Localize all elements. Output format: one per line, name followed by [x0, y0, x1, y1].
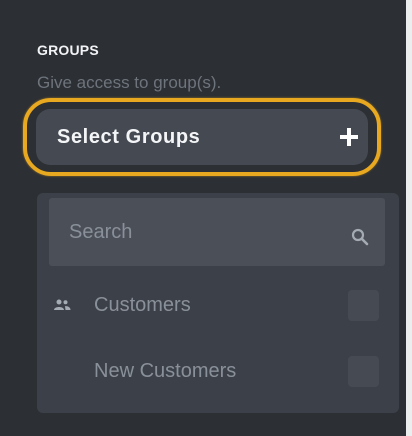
groups-heading: GROUPS — [37, 42, 99, 58]
search-input[interactable]: Search — [49, 198, 385, 266]
select-groups-label: Select Groups — [57, 126, 201, 148]
group-label: New Customers — [94, 360, 237, 382]
select-groups-highlight: Select Groups — [23, 98, 381, 176]
search-placeholder: Search — [69, 221, 133, 243]
select-groups-button[interactable]: Select Groups — [36, 109, 368, 165]
users-icon — [54, 299, 71, 310]
group-item-new-customers[interactable]: New Customers — [37, 351, 399, 391]
groups-subtitle: Give access to group(s). — [37, 73, 222, 92]
groups-dropdown: Search Customers New Customers — [37, 193, 399, 413]
window-edge — [406, 0, 412, 436]
group-label: Customers — [94, 294, 191, 316]
plus-icon[interactable] — [340, 128, 358, 146]
group-checkbox[interactable] — [348, 290, 379, 321]
search-icon[interactable] — [351, 228, 369, 246]
group-item-customers[interactable]: Customers — [37, 285, 399, 325]
group-checkbox[interactable] — [348, 356, 379, 387]
